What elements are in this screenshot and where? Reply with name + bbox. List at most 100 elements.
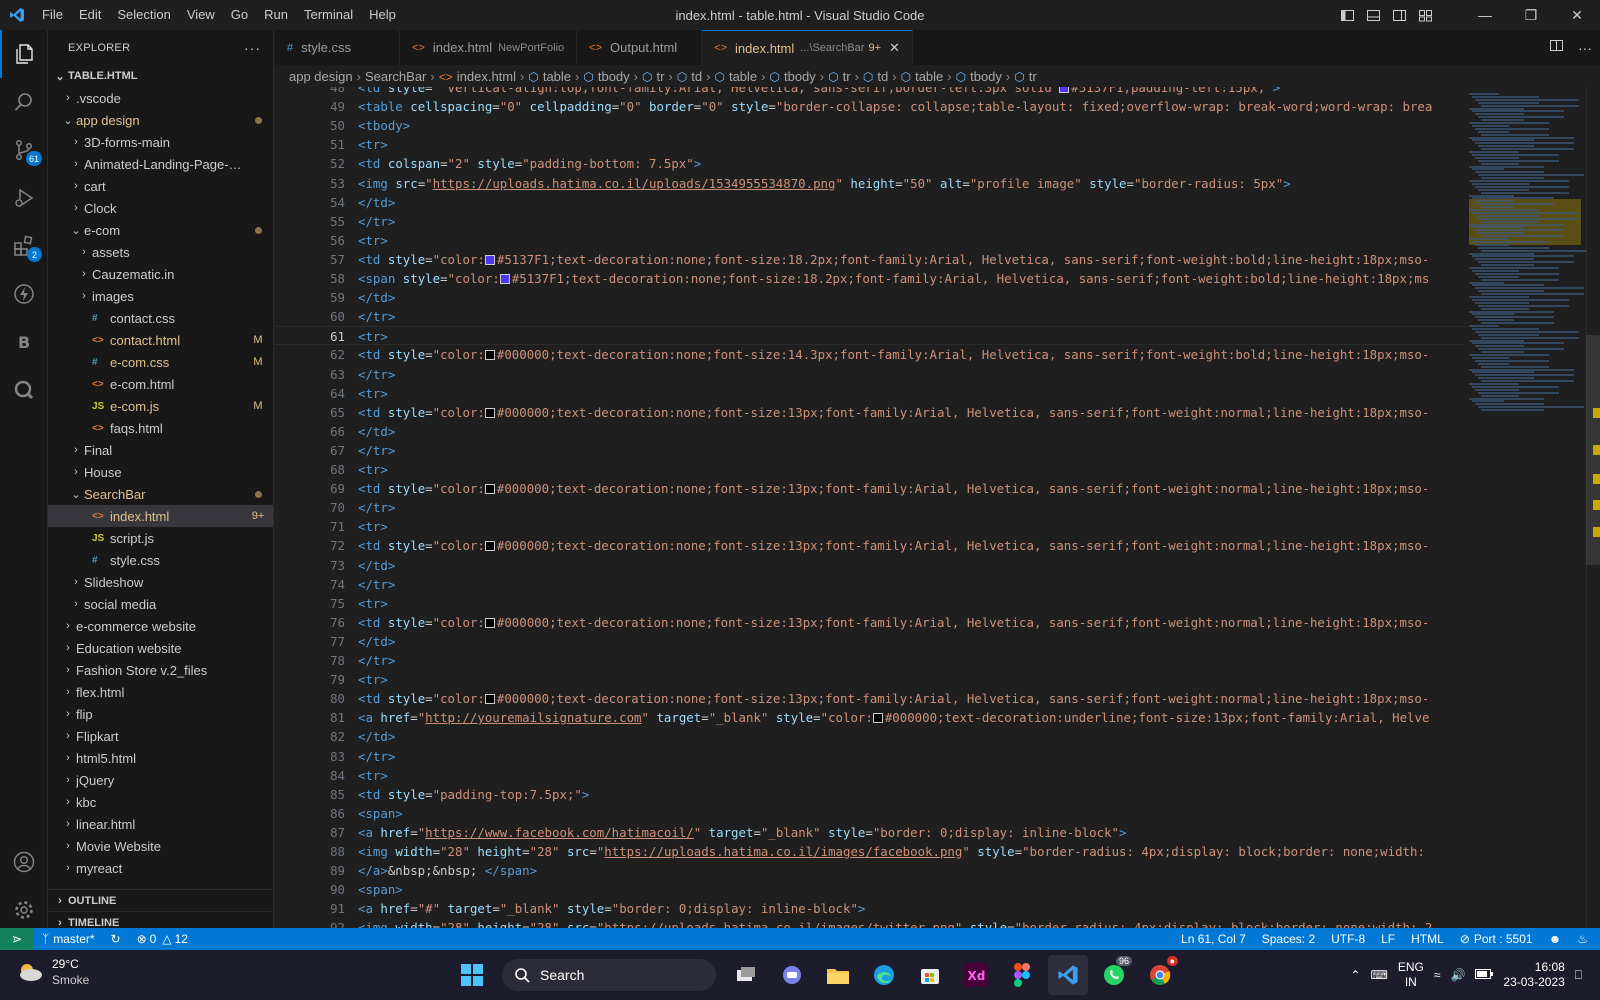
explorer-icon[interactable] xyxy=(0,30,48,78)
chrome-icon[interactable]: ● xyxy=(1140,955,1180,995)
breadcrumb-item[interactable]: app design xyxy=(289,69,353,84)
breadcrumb-item[interactable]: ⬡ tr xyxy=(828,69,850,84)
keyboard-icon[interactable]: ⌨ xyxy=(1371,968,1388,982)
editor-tab[interactable]: <> index.html NewPortFolio xyxy=(400,30,578,65)
menu-selection[interactable]: Selection xyxy=(109,0,178,30)
file-item[interactable]: # style.css xyxy=(48,549,273,571)
menu-help[interactable]: Help xyxy=(361,0,404,30)
code-line[interactable]: 51 <tr> xyxy=(275,135,1465,154)
teams-chat-icon[interactable] xyxy=(772,955,812,995)
menu-run[interactable]: Run xyxy=(256,0,296,30)
search-icon[interactable] xyxy=(0,78,48,126)
code-line[interactable]: 60 </tr> xyxy=(275,307,1465,326)
more-actions-icon[interactable]: ··· xyxy=(244,40,261,56)
vscode-taskbar-icon[interactable] xyxy=(1048,955,1088,995)
problems-indicator[interactable]: ⊗ 0 △ 12 xyxy=(129,928,196,950)
code-line[interactable]: 89 </a>&nbsp;&nbsp; </span> xyxy=(275,861,1465,880)
language-mode[interactable]: HTML xyxy=(1403,928,1452,950)
folder-item[interactable]: › Slideshow xyxy=(48,571,273,593)
code-line[interactable]: 54 </td> xyxy=(275,193,1465,212)
run-debug-icon[interactable] xyxy=(0,174,48,222)
code-line[interactable]: 63 </tr> xyxy=(275,365,1465,384)
menu-go[interactable]: Go xyxy=(223,0,256,30)
restore-button[interactable]: ❐ xyxy=(1508,0,1554,30)
editor-more-actions-icon[interactable]: ··· xyxy=(1578,40,1592,56)
file-item[interactable]: <> contact.html M xyxy=(48,329,273,351)
code-line[interactable]: 67 </tr> xyxy=(275,441,1465,460)
breadcrumb-item[interactable]: ⬡ td xyxy=(677,69,702,84)
folder-item[interactable]: › Fashion Store v.2_files xyxy=(48,659,273,681)
code-line[interactable]: 88 <img width="28" height="28" src="https… xyxy=(275,842,1465,861)
folder-item[interactable]: › House xyxy=(48,461,273,483)
file-item[interactable]: # e-com.css M xyxy=(48,351,273,373)
minimap[interactable] xyxy=(1465,87,1589,928)
adobe-xd-icon[interactable]: Xd xyxy=(956,955,996,995)
code-line[interactable]: 91 <a href="#" target="_blank" style="bor… xyxy=(275,899,1465,918)
code-line[interactable]: 71 <tr> xyxy=(275,517,1465,536)
code-line[interactable]: 58 <span style="color: #5137F1;text-decora… xyxy=(275,269,1465,288)
folder-item[interactable]: › e-commerce website xyxy=(48,615,273,637)
folder-item[interactable]: ⌄ app design xyxy=(48,109,273,131)
indentation[interactable]: Spaces: 2 xyxy=(1254,928,1323,950)
code-line[interactable]: 55 </tr> xyxy=(275,212,1465,231)
show-hidden-icons-chevron-icon[interactable]: ⌃ xyxy=(1350,968,1360,982)
wifi-icon[interactable]: ≈ xyxy=(1434,968,1441,982)
code-line[interactable]: 62 <td style="color: #000000;text-decorati… xyxy=(275,345,1465,364)
notifications-bell-icon[interactable]: ♨ xyxy=(1569,928,1596,950)
start-windows-icon[interactable] xyxy=(452,955,492,995)
branch-indicator[interactable]: ᛉ master* xyxy=(34,928,103,950)
cursor-position[interactable]: Ln 61, Col 7 xyxy=(1173,928,1254,950)
volume-icon[interactable]: 🔊 xyxy=(1450,968,1465,982)
toggle-panel-icon[interactable] xyxy=(1360,0,1386,30)
weather-widget[interactable]: 29°C Smoke xyxy=(16,956,89,988)
toggle-primary-sidebar-icon[interactable] xyxy=(1334,0,1360,30)
breadcrumb-item[interactable]: ⬡ tbody xyxy=(956,69,1002,84)
code-line[interactable]: 52 <td colspan="2" style="padding-bottom:… xyxy=(275,154,1465,173)
file-item[interactable]: JS script.js xyxy=(48,527,273,549)
code-line[interactable]: 73 </td> xyxy=(275,556,1465,575)
code-line[interactable]: 65 <td style="color: #000000;text-decorati… xyxy=(275,403,1465,422)
microsoft-store-icon[interactable] xyxy=(910,955,950,995)
manage-gear-icon[interactable] xyxy=(0,886,48,934)
edge-browser-icon[interactable] xyxy=(864,955,904,995)
breadcrumb-item[interactable]: ⬡ tr xyxy=(642,69,664,84)
split-editor-icon[interactable] xyxy=(1549,38,1564,58)
folder-item[interactable]: ⌄ SearchBar xyxy=(48,483,273,505)
folder-item[interactable]: › cart xyxy=(48,175,273,197)
live-server-port[interactable]: ⊘ Port : 5501 xyxy=(1452,928,1541,950)
breadcrumb-item[interactable]: ⬡ tr xyxy=(1014,69,1036,84)
code-line[interactable]: 64 <tr> xyxy=(275,384,1465,403)
folder-item[interactable]: › Clock xyxy=(48,197,273,219)
accounts-icon[interactable] xyxy=(0,838,48,886)
code-line[interactable]: 53 <img src="https://uploads.hatima.co.il… xyxy=(275,174,1465,193)
editor-tab[interactable]: <> index.html ...\SearchBar 9+ ✕ xyxy=(702,30,913,65)
code-line[interactable]: 74 </tr> xyxy=(275,575,1465,594)
folder-item[interactable]: › Final xyxy=(48,439,273,461)
breadcrumb-item[interactable]: SearchBar xyxy=(365,69,426,84)
workspace-root[interactable]: ⌄ TABLE.HTML xyxy=(48,65,273,87)
toggle-secondary-sidebar-icon[interactable] xyxy=(1386,0,1412,30)
code-line[interactable]: 68 <tr> xyxy=(275,460,1465,479)
editor-tab[interactable]: <> Output.html xyxy=(577,30,703,65)
system-clock[interactable]: 16:08 23-03-2023 xyxy=(1503,960,1564,990)
menu-terminal[interactable]: Terminal xyxy=(296,0,361,30)
battery-icon[interactable] xyxy=(1475,968,1494,982)
folder-item[interactable]: › flex.html xyxy=(48,681,273,703)
code-line[interactable]: 78 </tr> xyxy=(275,651,1465,670)
code-line[interactable]: 66 </td> xyxy=(275,422,1465,441)
code-line[interactable]: 49 <table cellspacing="0" cellpadding="0"… xyxy=(275,97,1465,116)
figma-icon[interactable] xyxy=(1002,955,1042,995)
source-control-icon[interactable]: 61 xyxy=(0,126,48,174)
folder-item[interactable]: › jQuery xyxy=(48,769,273,791)
file-item[interactable]: JS e-com.js M xyxy=(48,395,273,417)
taskbar-search[interactable]: Search xyxy=(502,959,716,991)
encoding[interactable]: UTF-8 xyxy=(1323,928,1373,950)
code-line[interactable]: 86 <span> xyxy=(275,804,1465,823)
close-tab-icon[interactable]: ✕ xyxy=(889,40,900,56)
code-line[interactable]: 48 <td style=" vertical-align:top;font-fa… xyxy=(275,87,1465,97)
code-line[interactable]: 76 <td style="color: #000000;text-decorati… xyxy=(275,613,1465,632)
outline-section[interactable]: › OUTLINE xyxy=(48,889,274,911)
code-editor[interactable]: 48 <td style=" vertical-align:top;font-fa… xyxy=(275,87,1465,928)
end-of-line[interactable]: LF xyxy=(1373,928,1403,950)
file-explorer-icon[interactable] xyxy=(818,955,858,995)
